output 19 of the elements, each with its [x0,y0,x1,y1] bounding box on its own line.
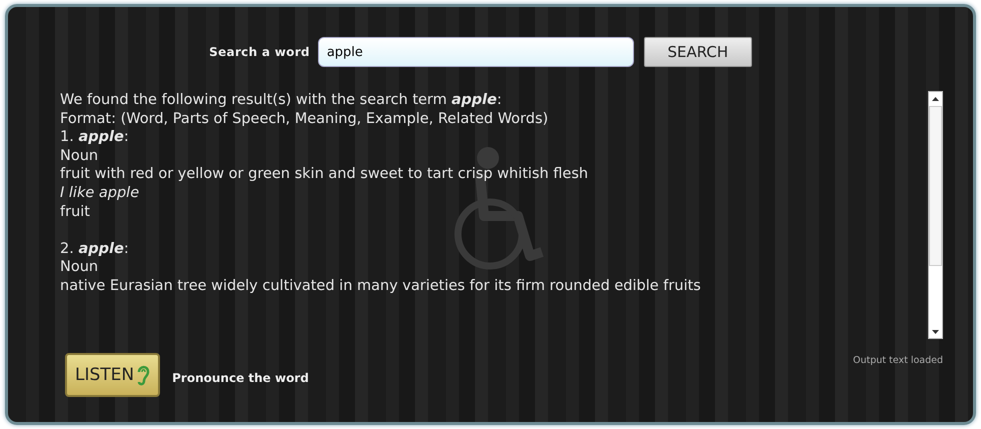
part-of-speech: Noun [60,258,100,277]
listen-caption: Pronounce the word [172,371,309,385]
related-words: fruit [60,202,91,222]
search-field[interactable]: apple [318,37,634,67]
entry-heading: 1. apple: [60,128,130,147]
example-text: I like apple [60,184,140,203]
scroll-thumb[interactable] [929,106,942,266]
ear-icon [136,364,150,386]
entry-heading: 2. apple: [60,240,130,258]
listen-button[interactable]: LISTEN [65,353,160,397]
search-button[interactable]: SEARCH [644,37,752,67]
result-intro: We found the following result(s) with the search term apple: [60,91,503,110]
search-label: Search a word [209,45,310,59]
scrollbar[interactable] [928,91,943,339]
meaning-text: fruit with red or yellow or green skin and sweet to tart crisp whitish flesh [60,165,590,184]
part-of-speech: Noun [60,146,100,166]
meaning-text: native Eurasian tree widely cultivated in many varieties for its firm rounded edible fruits [60,276,702,296]
status-text: Output text loaded [853,355,943,366]
format-line: Format: (Word, Parts of Speech, Meaning, Example, Related Words) [60,110,550,128]
